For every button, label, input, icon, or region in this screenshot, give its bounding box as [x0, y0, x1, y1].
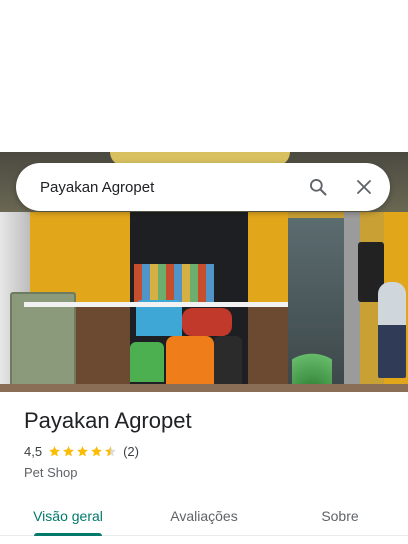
close-icon[interactable] — [344, 167, 384, 207]
star-full-icon — [63, 446, 74, 457]
photo-electric-box — [10, 292, 76, 392]
search-input[interactable]: Payakan Agropet — [40, 179, 298, 196]
rating-value: 4,5 — [24, 444, 43, 459]
photo-dog-house — [214, 336, 242, 386]
star-full-icon — [49, 446, 60, 457]
star-half-icon — [105, 446, 116, 457]
rating-row[interactable]: 4,5 (2) — [24, 444, 139, 459]
photo-dog-house — [130, 342, 164, 382]
place-details-screen: Payakan Agropet Payakan Agropet 4,5 (2) … — [0, 0, 408, 544]
review-count[interactable]: (2) — [123, 444, 139, 459]
tab-bar: Visão geral Avaliações Sobre — [0, 496, 408, 536]
photo-sidewalk — [0, 384, 408, 392]
photo-shelf-items — [134, 264, 214, 304]
search-icon[interactable] — [298, 167, 338, 207]
rating-stars — [48, 445, 117, 458]
photo-person — [378, 282, 406, 378]
place-category[interactable]: Pet Shop — [24, 465, 78, 480]
tab-about[interactable]: Sobre — [272, 496, 408, 535]
photo-plant — [292, 332, 332, 392]
place-title: Payakan Agropet — [24, 408, 192, 433]
photo-dog-house — [166, 336, 214, 386]
star-full-icon — [77, 446, 88, 457]
tab-reviews[interactable]: Avaliações — [136, 496, 272, 535]
photo-pet-bed — [182, 308, 232, 336]
search-bar[interactable]: Payakan Agropet — [16, 163, 390, 211]
star-full-icon — [91, 446, 102, 457]
photo-pole — [344, 212, 360, 392]
photo-wall-base — [248, 307, 288, 392]
tab-overview[interactable]: Visão geral — [0, 496, 136, 536]
